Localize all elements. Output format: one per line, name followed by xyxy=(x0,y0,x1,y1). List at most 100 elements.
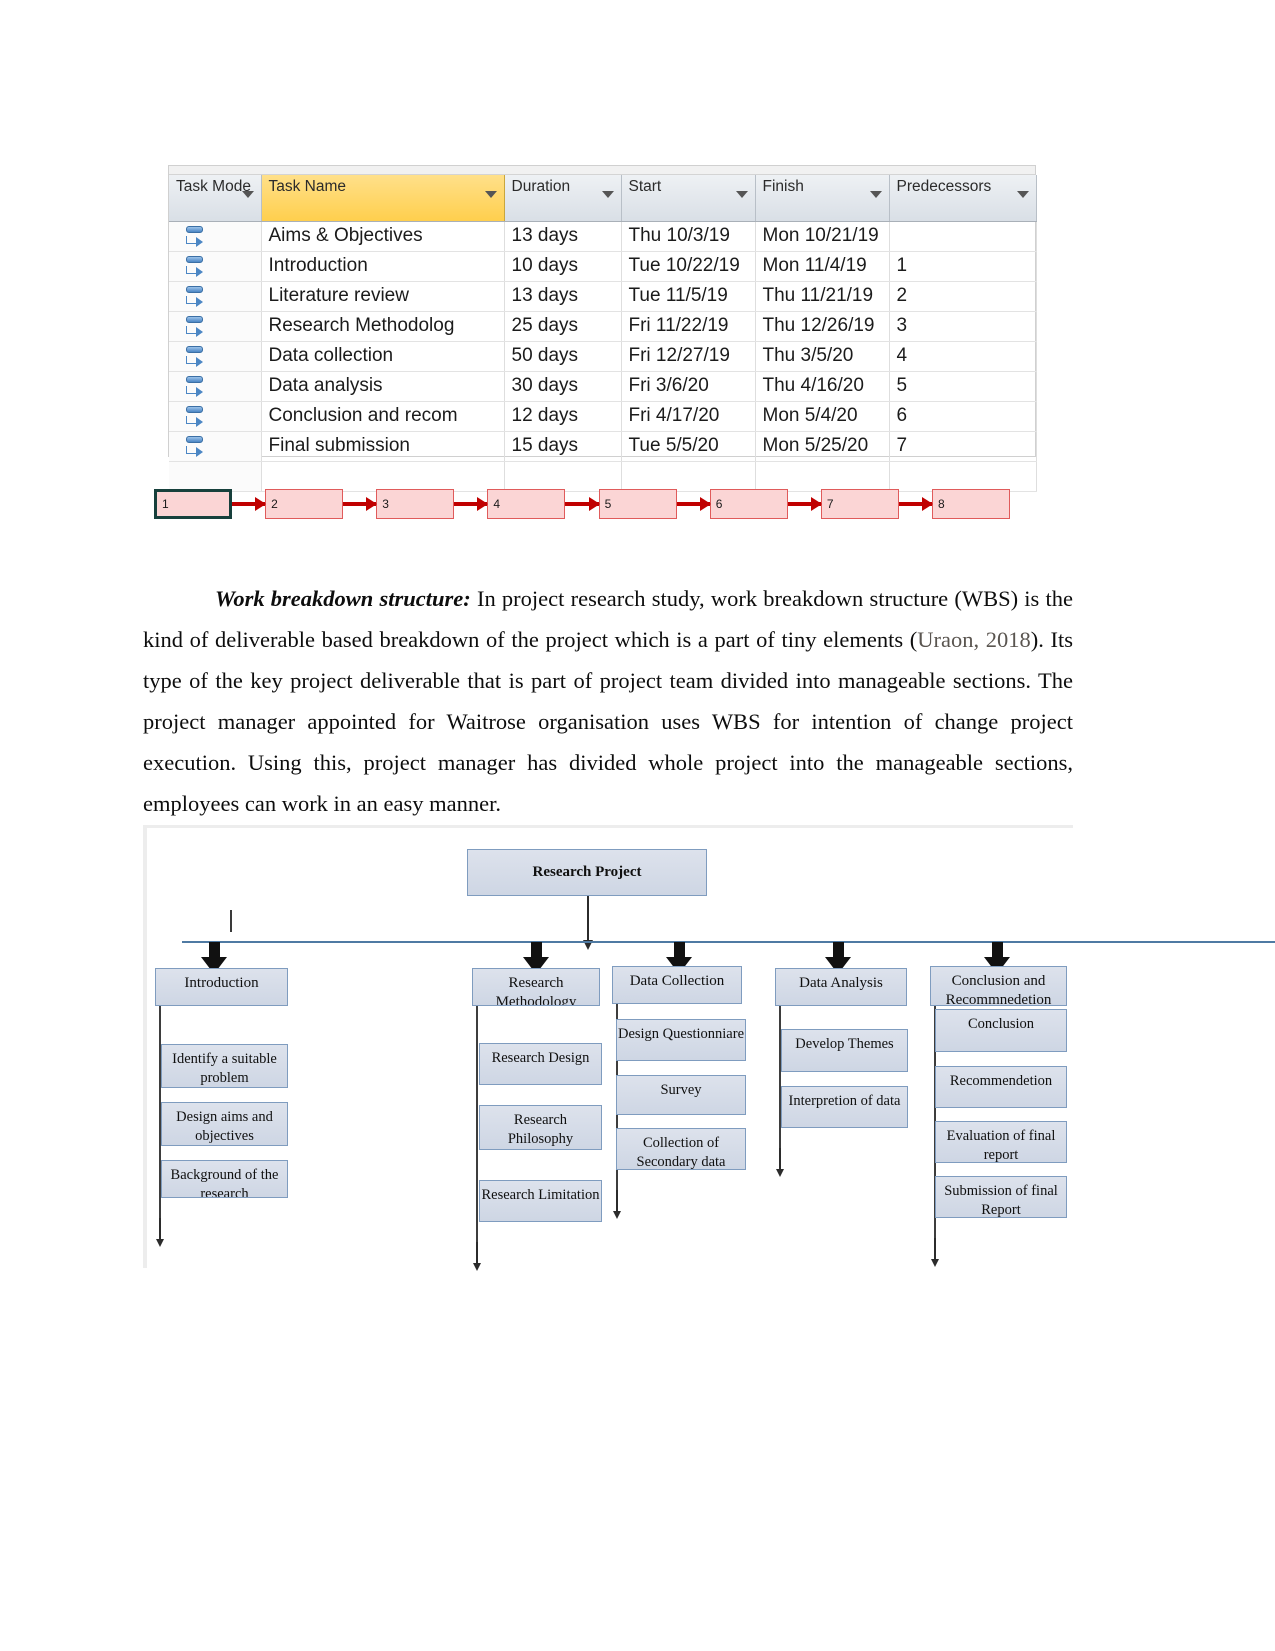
network-node[interactable]: 3 xyxy=(376,489,455,519)
chevron-down-icon[interactable] xyxy=(601,191,614,198)
col-header-start[interactable]: Start xyxy=(621,175,756,222)
cell-duration[interactable]: 15 days xyxy=(504,431,622,462)
cell-predecessors[interactable]: 3 xyxy=(889,311,1037,342)
table-row[interactable]: Data collection 50 days Fri 12/27/19 Thu 3/… xyxy=(169,341,1037,372)
wbs-leaf-box[interactable]: Background of the research xyxy=(161,1160,288,1198)
chevron-down-icon[interactable] xyxy=(869,191,882,198)
wbs-leaf-box[interactable]: Design aims and objectives xyxy=(161,1102,288,1146)
network-node[interactable]: 8 xyxy=(931,489,1010,519)
wbs-leaf-box[interactable]: Collection of Secondary data xyxy=(616,1128,746,1170)
auto-scheduled-icon[interactable] xyxy=(185,225,207,247)
cell-predecessors[interactable] xyxy=(889,221,1037,252)
network-node[interactable]: 4 xyxy=(487,489,566,519)
wbs-leaf-box[interactable]: Survey xyxy=(616,1075,746,1115)
cell-task-mode[interactable] xyxy=(169,251,262,282)
wbs-leaf-box[interactable]: Identify a suitable problem xyxy=(161,1044,288,1088)
cell-predecessors[interactable]: 2 xyxy=(889,281,1037,312)
cell-start[interactable]: Tue 10/22/19 xyxy=(621,251,756,282)
auto-scheduled-icon[interactable] xyxy=(185,255,207,277)
network-node[interactable]: 6 xyxy=(709,489,788,519)
cell-start[interactable]: Fri 11/22/19 xyxy=(621,311,756,342)
cell-task-name[interactable]: Introduction xyxy=(261,251,505,282)
cell-task-name[interactable]: Aims & Objectives xyxy=(261,221,505,252)
col-header-duration[interactable]: Duration xyxy=(504,175,622,222)
cell-task-mode[interactable] xyxy=(169,401,262,432)
wbs-branch-title-box[interactable]: Data Collection xyxy=(612,966,742,1004)
col-header-task-mode[interactable]: Task Mode xyxy=(169,175,262,222)
wbs-leaf-box[interactable]: Interpretion of data xyxy=(781,1086,908,1128)
cell-finish[interactable]: Mon 10/21/19 xyxy=(755,221,890,252)
cell-finish[interactable]: Thu 4/16/20 xyxy=(755,371,890,402)
cell-duration[interactable]: 50 days xyxy=(504,341,622,372)
cell-task-mode[interactable] xyxy=(169,311,262,342)
cell-finish[interactable]: Mon 5/25/20 xyxy=(755,431,890,462)
wbs-root-box[interactable]: Research Project xyxy=(467,849,707,896)
cell-task-name[interactable]: Data analysis xyxy=(261,371,505,402)
cell-task-name[interactable]: Research Methodolog xyxy=(261,311,505,342)
wbs-leaf-box[interactable]: Research Design xyxy=(479,1043,602,1085)
auto-scheduled-icon[interactable] xyxy=(185,375,207,397)
network-node[interactable]: 2 xyxy=(265,489,344,519)
network-node[interactable]: 7 xyxy=(820,489,899,519)
wbs-leaf-box[interactable]: Submission of final Report xyxy=(935,1176,1067,1218)
cell-duration[interactable]: 12 days xyxy=(504,401,622,432)
chevron-down-icon[interactable] xyxy=(1016,191,1029,198)
cell-duration[interactable]: 13 days xyxy=(504,281,622,312)
cell-task-name[interactable]: Conclusion and recom xyxy=(261,401,505,432)
cell-duration[interactable]: 30 days xyxy=(504,371,622,402)
auto-scheduled-icon[interactable] xyxy=(185,285,207,307)
cell-duration[interactable]: 13 days xyxy=(504,221,622,252)
wbs-leaf-box[interactable]: Evaluation of final report xyxy=(935,1121,1067,1163)
col-header-task-name[interactable]: Task Name xyxy=(261,175,505,222)
table-row[interactable]: Introduction 10 days Tue 10/22/19 Mon 11/4/… xyxy=(169,251,1037,282)
wbs-leaf-box[interactable]: Research Philosophy xyxy=(479,1105,602,1150)
cell-task-name[interactable]: Literature review xyxy=(261,281,505,312)
cell-finish[interactable]: Mon 11/4/19 xyxy=(755,251,890,282)
table-row[interactable]: Conclusion and recom 12 days Fri 4/17/20 Mo… xyxy=(169,401,1037,432)
auto-scheduled-icon[interactable] xyxy=(185,435,207,457)
cell-task-name[interactable]: Final submission xyxy=(261,431,505,462)
cell-predecessors[interactable]: 1 xyxy=(889,251,1037,282)
cell-task-name[interactable]: Data collection xyxy=(261,341,505,372)
wbs-leaf-box[interactable]: Research Limitation xyxy=(479,1180,602,1222)
col-header-predecessors[interactable]: Predecessors xyxy=(889,175,1037,222)
table-row[interactable]: Aims & Objectives 13 days Thu 10/3/19 Mon 1… xyxy=(169,221,1037,252)
cell-predecessors[interactable]: 7 xyxy=(889,431,1037,462)
ms-project-task-table[interactable]: Task Mode Task Name Duration Start Finis… xyxy=(168,165,1037,492)
wbs-branch-title-box[interactable]: Conclusion and Recommnedetion xyxy=(930,966,1067,1006)
cell-start[interactable]: Thu 10/3/19 xyxy=(621,221,756,252)
cell-duration[interactable]: 10 days xyxy=(504,251,622,282)
cell-task-mode[interactable] xyxy=(169,281,262,312)
cell-start[interactable]: Fri 4/17/20 xyxy=(621,401,756,432)
cell-predecessors[interactable]: 5 xyxy=(889,371,1037,402)
cell-task-mode[interactable] xyxy=(169,371,262,402)
cell-finish[interactable]: Thu 3/5/20 xyxy=(755,341,890,372)
wbs-leaf-box[interactable]: Conclusion xyxy=(935,1009,1067,1052)
wbs-branch-title-box[interactable]: Research Methodology xyxy=(472,968,600,1006)
cell-task-mode[interactable] xyxy=(169,341,262,372)
table-row[interactable]: Data analysis 30 days Fri 3/6/20 Thu 4/16/2… xyxy=(169,371,1037,402)
wbs-branch-title-box[interactable]: Introduction xyxy=(155,968,288,1006)
network-node[interactable]: 5 xyxy=(598,489,677,519)
cell-finish[interactable]: Thu 12/26/19 xyxy=(755,311,890,342)
network-node[interactable]: 1 xyxy=(154,489,232,519)
chevron-down-icon[interactable] xyxy=(735,191,748,198)
cell-start[interactable]: Tue 11/5/19 xyxy=(621,281,756,312)
auto-scheduled-icon[interactable] xyxy=(185,345,207,367)
cell-start[interactable]: Fri 12/27/19 xyxy=(621,341,756,372)
cell-finish[interactable]: Thu 11/21/19 xyxy=(755,281,890,312)
cell-start[interactable]: Tue 5/5/20 xyxy=(621,431,756,462)
cell-task-mode[interactable] xyxy=(169,221,262,252)
cell-finish[interactable]: Mon 5/4/20 xyxy=(755,401,890,432)
cell-task-mode[interactable] xyxy=(169,431,262,462)
wbs-branch-title-box[interactable]: Data Analysis xyxy=(775,968,907,1006)
table-row[interactable]: Research Methodolog 25 days Fri 11/22/19 Th… xyxy=(169,311,1037,342)
col-header-finish[interactable]: Finish xyxy=(755,175,890,222)
wbs-leaf-box[interactable]: Develop Themes xyxy=(781,1029,908,1072)
chevron-down-icon[interactable] xyxy=(484,191,497,198)
cell-start[interactable]: Fri 3/6/20 xyxy=(621,371,756,402)
table-row[interactable]: Final submission 15 days Tue 5/5/20 Mon 5/2… xyxy=(169,431,1037,462)
cell-duration[interactable]: 25 days xyxy=(504,311,622,342)
wbs-leaf-box[interactable]: Design Questionniare xyxy=(616,1019,746,1061)
auto-scheduled-icon[interactable] xyxy=(185,315,207,337)
